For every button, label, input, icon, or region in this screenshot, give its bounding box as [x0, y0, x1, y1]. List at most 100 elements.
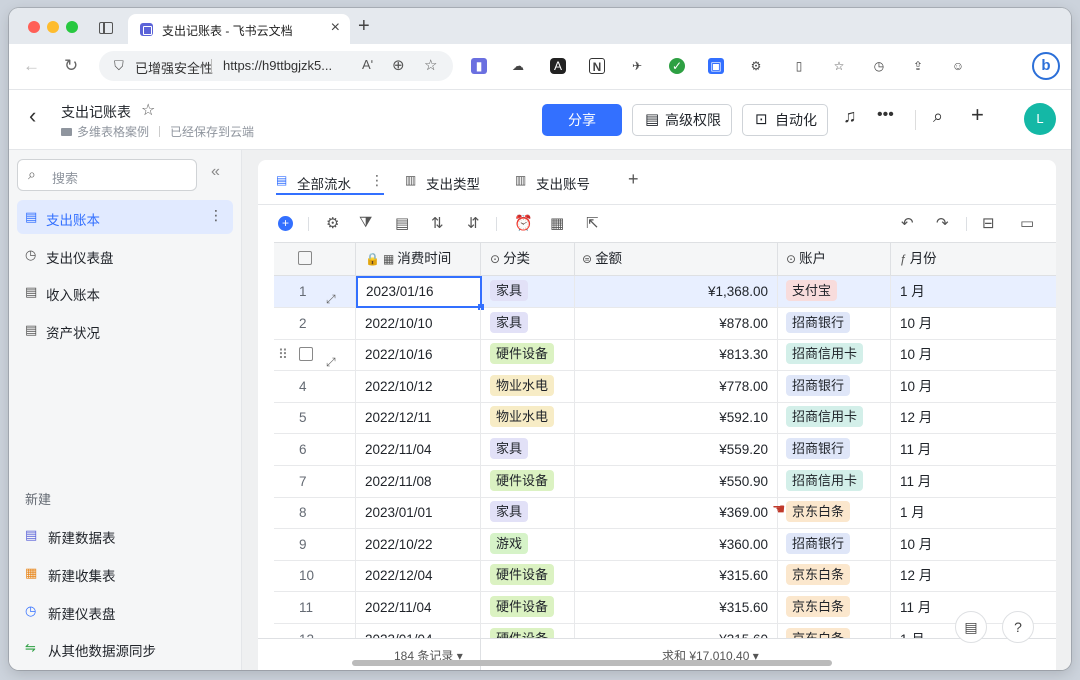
category-cell[interactable]: 硬件设备 [481, 465, 575, 497]
alarm-icon[interactable]: ⏰ [514, 214, 533, 232]
date-cell[interactable]: 2022/10/16 [356, 339, 481, 371]
add-record-icon[interactable]: + [278, 216, 293, 231]
sidebar-search-input[interactable]: ⌕ 搜索 [17, 159, 197, 191]
bell-icon[interactable]: ♫ [843, 106, 857, 127]
category-cell[interactable]: 家具 [481, 497, 575, 529]
amount-cell[interactable]: ¥878.00 [575, 307, 778, 339]
share-page-icon[interactable]: ⇪ [910, 58, 926, 74]
horizontal-scrollbar[interactable] [352, 660, 832, 666]
document-icon[interactable]: ▤ [955, 611, 987, 643]
pdf-extension-icon[interactable]: A [550, 58, 566, 74]
send-icon[interactable]: ✈ [629, 58, 645, 74]
sidebar-item-expense-dashboard[interactable]: ◷ 支出仪表盘 [17, 238, 233, 272]
more-vertical-icon[interactable]: ⋮ [370, 172, 384, 189]
row-select-cell[interactable]: ⠿ ⤢ [274, 339, 356, 371]
account-cell[interactable]: 招商银行 [778, 307, 891, 339]
copilot-icon[interactable]: ☺ [950, 58, 966, 74]
extension-1-icon[interactable]: ▮ [471, 58, 487, 74]
table-row[interactable]: 9 2022/10/22 游戏 ¥360.00 招商银行 10 月 [274, 528, 1056, 561]
advanced-permission-button[interactable]: ▤ 高级权限 [632, 104, 732, 136]
account-cell[interactable]: 京东白条 [778, 592, 891, 623]
category-cell[interactable]: 家具 [481, 434, 575, 465]
date-cell[interactable]: 2022/12/11 [356, 402, 481, 434]
history-icon[interactable]: ◷ [871, 58, 887, 74]
settings-icon[interactable]: ⚙ [326, 214, 339, 232]
category-cell[interactable]: 游戏 [481, 528, 575, 560]
more-vertical-icon[interactable]: ⋮ [209, 207, 223, 224]
back-nav-icon[interactable]: ← [23, 56, 40, 76]
account-cell[interactable]: 招商银行 [778, 434, 891, 465]
date-cell-selected[interactable]: 2023/01/16 [356, 276, 484, 310]
table-row[interactable]: ⠿ ⤢ 2022/10/16 硬件设备 ¥813.30 招商信用卡 10 月 [274, 339, 1056, 372]
doc-title[interactable]: 支出记账表 [61, 102, 131, 122]
filter-icon[interactable]: ⧩ [359, 214, 372, 231]
date-cell[interactable]: 2023/01/01 [356, 497, 481, 529]
new-tab-button[interactable]: + [358, 15, 370, 38]
table-row[interactable]: 11 2022/11/04 硬件设备 ¥315.60 京东白条 11 月 [274, 592, 1056, 624]
month-cell[interactable]: 11 月 [891, 434, 1056, 465]
table-row[interactable]: 8 2023/01/01 家具 ¥369.00 京东白条 1 月 [274, 497, 1056, 530]
row-height-icon[interactable]: ⇵ [467, 214, 480, 232]
share-view-icon[interactable]: ⇱ [586, 214, 599, 232]
select-all-checkbox[interactable] [274, 243, 356, 275]
category-cell[interactable]: 家具 [481, 276, 575, 307]
undo-icon[interactable]: ↶ [901, 214, 914, 232]
find-icon[interactable]: ⊟ [982, 214, 995, 232]
extensions-puzzle-icon[interactable]: ⚙ [748, 58, 764, 74]
account-cell[interactable]: 京东白条 [778, 560, 891, 592]
automation-button[interactable]: ⊡ 自动化 [742, 104, 828, 136]
adblock-icon[interactable]: ✓ [669, 58, 685, 74]
browser-tab-active[interactable]: 支出记账表 - 飞书云文档 × [128, 14, 350, 44]
share-button[interactable]: 分享 [542, 104, 622, 136]
category-cell[interactable]: 硬件设备 [481, 339, 575, 371]
favorites-icon[interactable]: ☆ [831, 58, 847, 74]
month-cell[interactable]: 12 月 [891, 402, 1056, 433]
table-row[interactable]: 7 2022/11/08 硬件设备 ¥550.90 招商信用卡 11 月 [274, 465, 1056, 498]
row-checkbox[interactable] [299, 347, 313, 362]
category-cell[interactable]: 硬件设备 [481, 592, 575, 623]
account-cell[interactable]: 招商银行 [778, 370, 891, 402]
more-icon[interactable]: ••• [877, 106, 894, 124]
sync-data-source-button[interactable]: ⇋ 从其他数据源同步 [17, 632, 233, 664]
col-header-amount[interactable]: ⊜ 金额 [575, 243, 778, 275]
url-text[interactable]: https://h9ttbgjzk5... [223, 58, 332, 73]
tab-expense-type[interactable]: ▥ 支出类型 [405, 169, 485, 195]
month-cell[interactable]: 1 月 [891, 276, 1056, 307]
back-icon[interactable]: ‹ [29, 103, 36, 129]
close-window-button[interactable] [28, 21, 40, 33]
month-cell[interactable]: 10 月 [891, 529, 1056, 560]
minimize-window-button[interactable] [47, 21, 59, 33]
amount-cell[interactable]: ¥369.00 [575, 497, 778, 529]
bag-icon[interactable]: ▣ [708, 58, 724, 74]
new-form-button[interactable]: ▦ 新建收集表 [17, 557, 233, 589]
category-cell[interactable]: 硬件设备 [481, 560, 575, 592]
date-cell[interactable]: 2022/10/12 [356, 370, 481, 402]
add-view-icon[interactable]: + [628, 169, 639, 190]
table-row[interactable]: 10 2022/12/04 硬件设备 ¥315.60 京东白条 12 月 [274, 560, 1056, 593]
zoom-icon[interactable]: ⊕ [392, 56, 405, 74]
date-cell[interactable]: 2022/12/04 [356, 560, 481, 592]
date-cell[interactable]: 2022/11/04 [356, 434, 481, 465]
tab-expense-account[interactable]: ▥ 支出账号 [515, 169, 595, 195]
month-cell[interactable]: 11 月 [891, 466, 1056, 497]
table-row[interactable]: 6 2022/11/04 家具 ¥559.20 招商银行 11 月 [274, 434, 1056, 466]
amount-cell[interactable]: ¥550.90 [575, 465, 778, 497]
collapse-sidebar-icon[interactable]: « [211, 163, 220, 181]
tab-actions-icon[interactable] [99, 22, 113, 34]
favorite-add-icon[interactable]: ☆ [424, 56, 437, 74]
amount-cell[interactable]: ¥813.30 [575, 339, 778, 371]
sort-icon[interactable]: ⇅ [431, 214, 444, 232]
month-cell[interactable]: 10 月 [891, 339, 1056, 370]
amount-cell[interactable]: ¥315.60 [575, 592, 778, 623]
tab-all-records[interactable]: ▤ 全部流水 ⋮ [276, 169, 384, 195]
account-cell[interactable]: 招商信用卡 [778, 402, 891, 434]
category-cell[interactable]: 家具 [481, 307, 575, 339]
redo-icon[interactable]: ↷ [936, 214, 949, 232]
table-row[interactable]: 2 2022/10/10 家具 ¥878.00 招商银行 10 月 [274, 307, 1056, 340]
col-header-month[interactable]: ƒ 月份 [891, 243, 1056, 275]
add-icon[interactable]: + [971, 102, 984, 128]
search-icon[interactable]: ⌕ [933, 106, 943, 127]
amount-cell[interactable]: ¥1,368.00 [575, 276, 778, 307]
amount-cell[interactable]: ¥778.00 [575, 370, 778, 402]
month-cell[interactable]: 1 月 [891, 497, 1056, 528]
